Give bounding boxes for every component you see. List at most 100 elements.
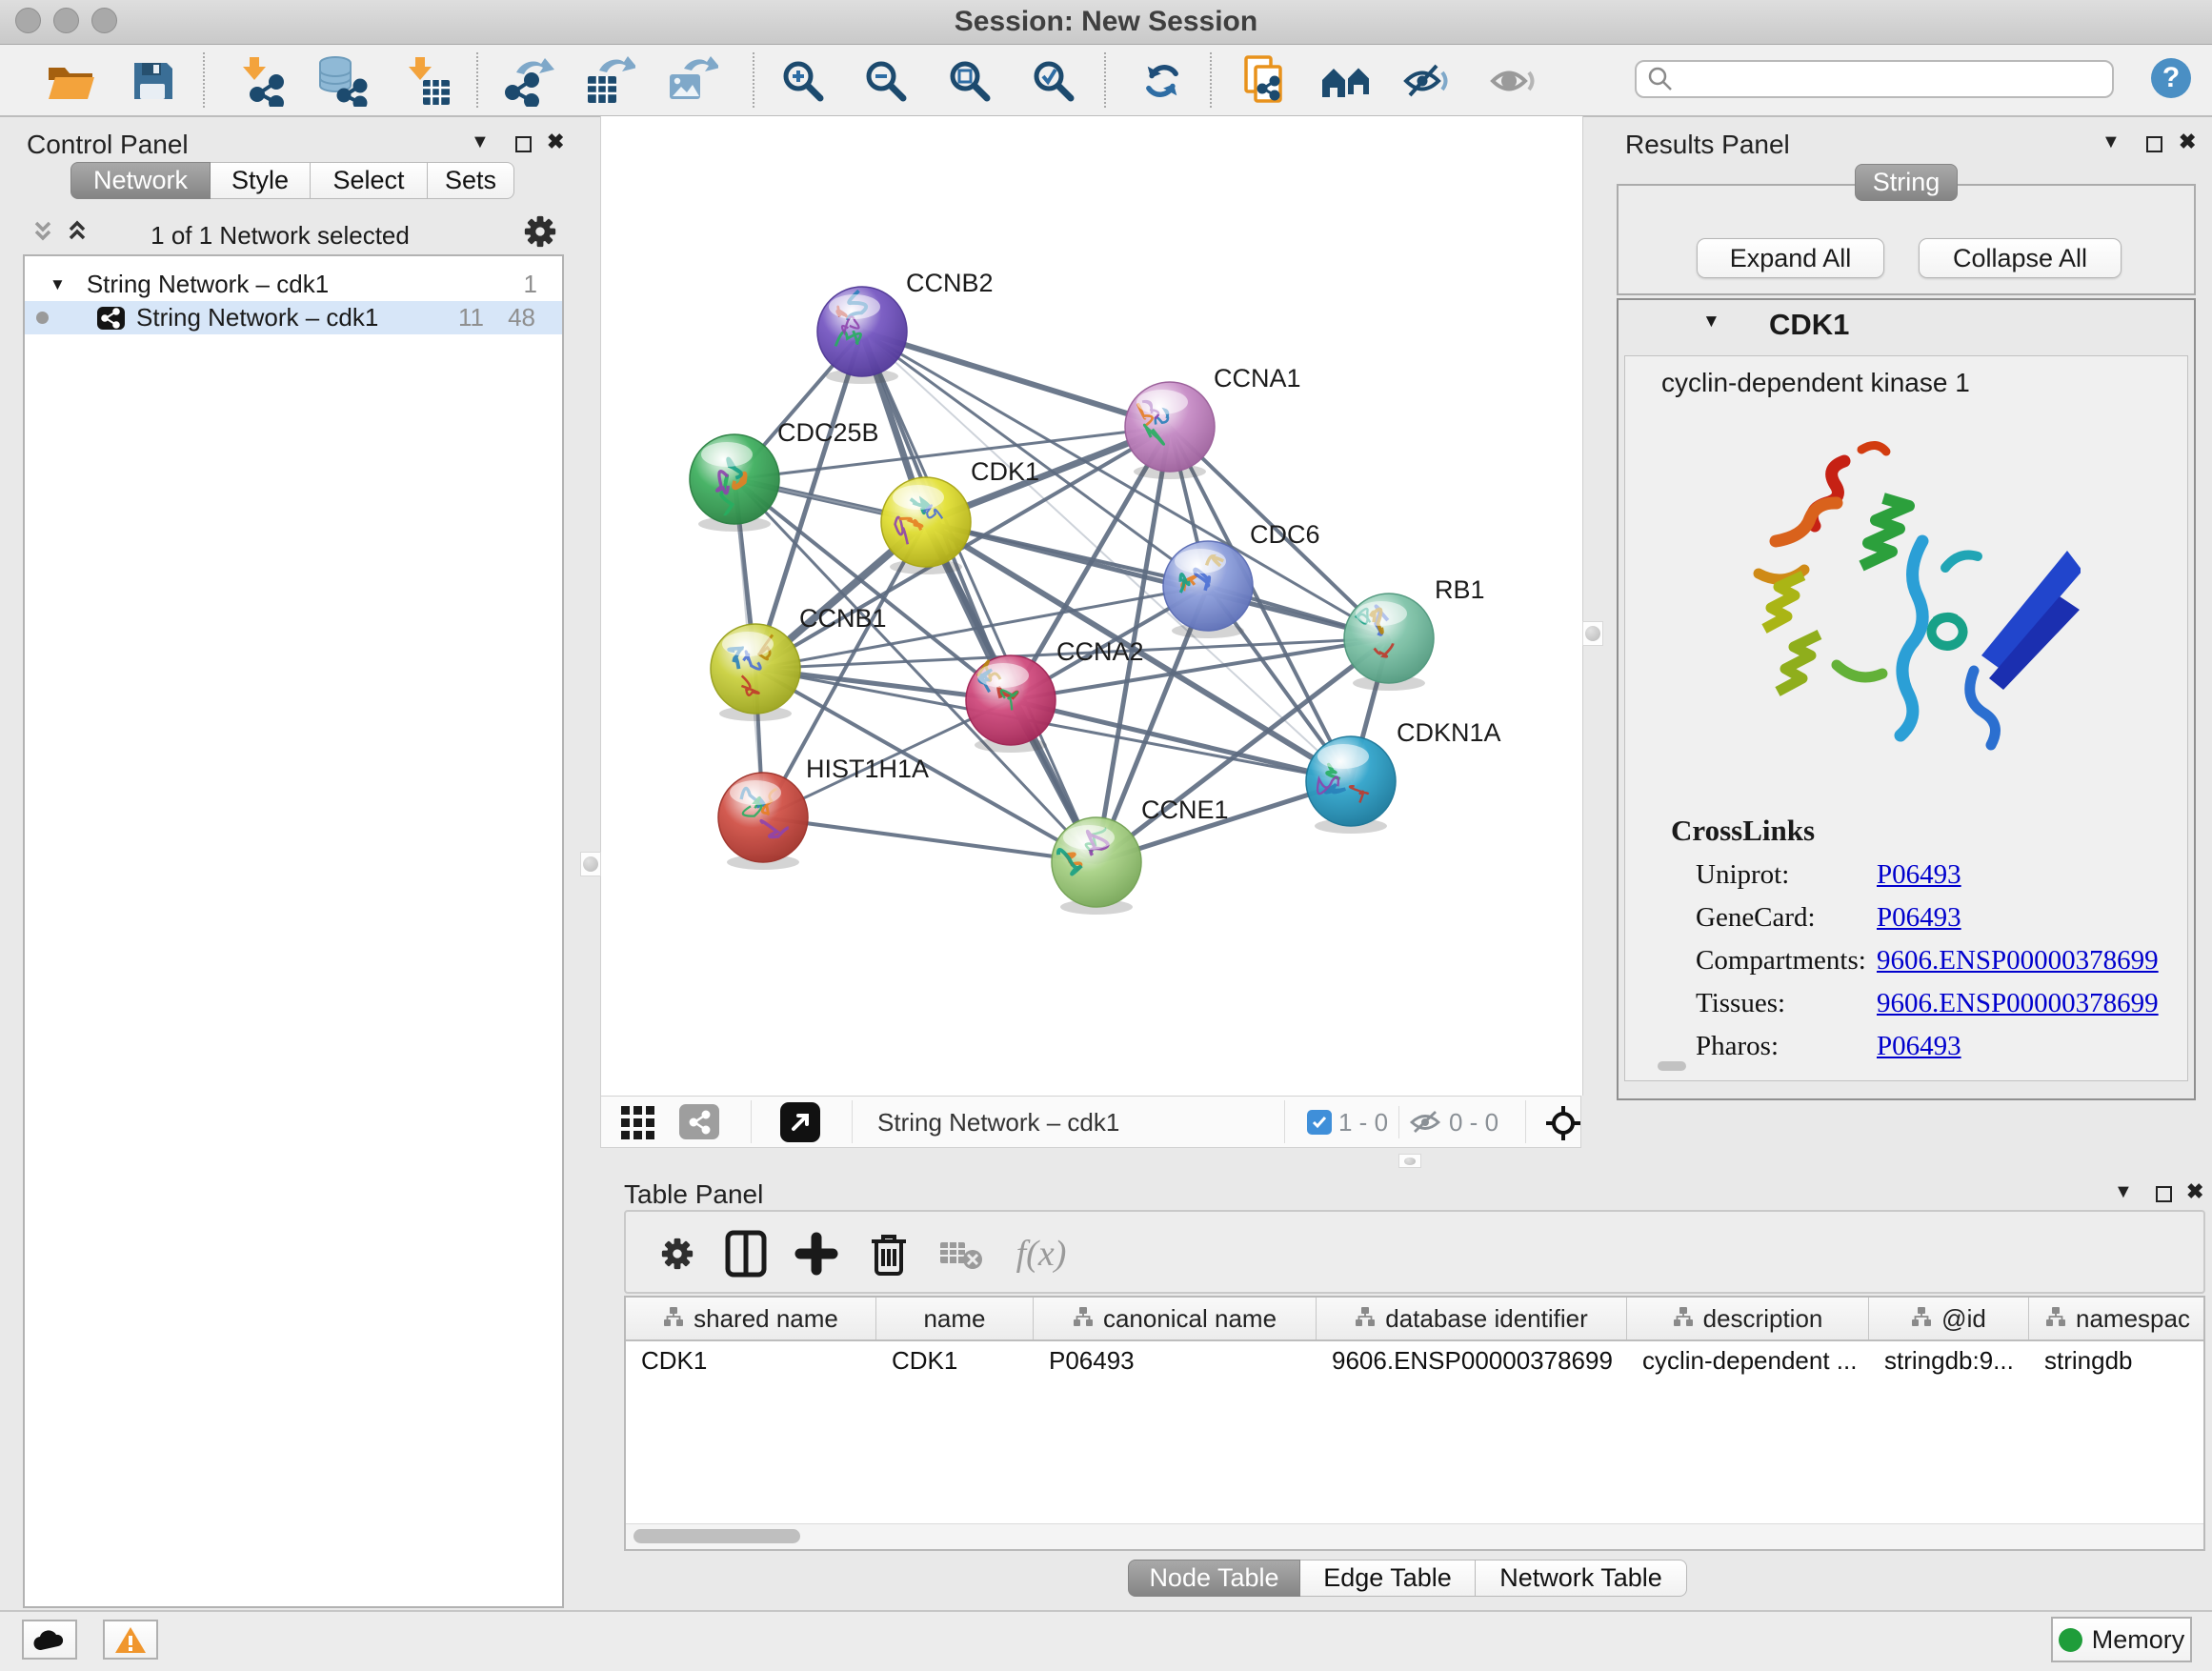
- zoom-in-icon[interactable]: [775, 54, 831, 108]
- table-cell[interactable]: stringdb:9...: [1869, 1346, 2029, 1376]
- network-node-CCNA1[interactable]: CCNA1: [1125, 364, 1301, 479]
- tab-network-table[interactable]: Network Table: [1476, 1560, 1687, 1597]
- table-cell[interactable]: 9606.ENSP00000378699: [1317, 1346, 1627, 1376]
- crosslink-link[interactable]: 9606.ENSP00000378699: [1877, 945, 2159, 976]
- crosslink-link[interactable]: P06493: [1877, 1031, 1961, 1062]
- node-label-RB1: RB1: [1435, 575, 1485, 604]
- zoom-out-icon[interactable]: [858, 54, 914, 108]
- column-header-namespac[interactable]: namespac: [2029, 1298, 2205, 1339]
- control-panel-float-icon[interactable]: [515, 133, 532, 158]
- delete-column-trash-icon[interactable]: [860, 1225, 917, 1282]
- results-panel-collapse-icon[interactable]: ▼: [2101, 131, 2121, 153]
- help-button[interactable]: ?: [2151, 58, 2191, 98]
- table-panel-close-icon[interactable]: ✖: [2186, 1179, 2203, 1204]
- tab-select[interactable]: Select: [311, 162, 428, 199]
- show-columns-icon[interactable]: [717, 1225, 774, 1282]
- cloud-button[interactable]: [22, 1620, 77, 1660]
- network-collection-row[interactable]: ▼ String Network – cdk1 1: [25, 268, 562, 301]
- table-row[interactable]: CDK1CDK1P064939606.ENSP00000378699cyclin…: [626, 1341, 2203, 1379]
- tab-network[interactable]: Network: [70, 162, 211, 199]
- control-panel-close-icon[interactable]: ✖: [547, 130, 564, 154]
- column-header-shared-name[interactable]: shared name: [626, 1298, 876, 1339]
- column-header-label: description: [1703, 1304, 1823, 1334]
- expand-all-button[interactable]: Expand All: [1697, 238, 1884, 278]
- function-builder-icon[interactable]: f(x): [1003, 1225, 1079, 1282]
- card-scrollbar-thumb[interactable]: [1658, 1061, 1686, 1071]
- hidden-eye-icon[interactable]: [1409, 1108, 1441, 1141]
- network-overview-icon[interactable]: [679, 1104, 719, 1139]
- control-panel-collapse-icon[interactable]: ▼: [471, 131, 490, 153]
- crosslink-label: Tissues:: [1696, 988, 1877, 1019]
- table-cell[interactable]: CDK1: [876, 1346, 1034, 1376]
- crosslink-link[interactable]: P06493: [1877, 902, 1961, 934]
- left-splitter-grip[interactable]: [580, 852, 601, 876]
- tab-sets[interactable]: Sets: [428, 162, 514, 199]
- network-edge-HIST1H1A-CCNE1[interactable]: [763, 817, 1096, 862]
- birds-eye-view-icon[interactable]: [780, 1102, 820, 1142]
- hide-graphics-details-icon[interactable]: [1398, 54, 1454, 108]
- right-splitter-grip[interactable]: [1582, 621, 1603, 646]
- refresh-icon[interactable]: [1135, 54, 1190, 108]
- import-network-file-icon[interactable]: [232, 54, 288, 108]
- export-table-icon[interactable]: [581, 54, 636, 108]
- table-panel-float-icon[interactable]: [2156, 1183, 2172, 1208]
- tree-expander-icon[interactable]: ▼: [50, 275, 66, 294]
- network-canvas[interactable]: CCNB2CCNA1CDC25BCDK1CDC6RB1CCNB1CCNA2CDK…: [600, 116, 1583, 1096]
- tab-edge-table[interactable]: Edge Table: [1300, 1560, 1476, 1597]
- network-node-CDC25B[interactable]: CDC25B: [690, 418, 879, 532]
- collapse-all-button[interactable]: Collapse All: [1919, 238, 2122, 278]
- gene-collapse-icon[interactable]: ▼: [1702, 312, 1720, 332]
- delete-table-icon[interactable]: [933, 1225, 990, 1282]
- import-network-database-icon[interactable]: [314, 54, 370, 108]
- column-header-canonical-name[interactable]: canonical name: [1034, 1298, 1317, 1339]
- export-image-icon[interactable]: [664, 54, 719, 108]
- column-hierarchy-icon: [663, 1304, 684, 1334]
- column-header--id[interactable]: @id: [1869, 1298, 2029, 1339]
- table-horizontal-scrollbar[interactable]: [626, 1523, 2203, 1549]
- network-node-CDKN1A[interactable]: CDKN1A: [1306, 718, 1501, 834]
- save-session-icon[interactable]: [125, 54, 180, 108]
- memory-button[interactable]: Memory: [2051, 1617, 2192, 1662]
- home-networks-icon[interactable]: [1320, 54, 1376, 108]
- import-table-file-icon[interactable]: [400, 54, 455, 108]
- tab-node-table[interactable]: Node Table: [1128, 1560, 1300, 1597]
- network-node-CDC6[interactable]: CDC6: [1163, 520, 1320, 638]
- tab-string[interactable]: String: [1855, 164, 1958, 201]
- open-session-icon[interactable]: [43, 54, 98, 108]
- bottom-splitter-grip[interactable]: [1398, 1154, 1421, 1168]
- column-header-name[interactable]: name: [876, 1298, 1034, 1339]
- column-header-description[interactable]: description: [1627, 1298, 1869, 1339]
- selected-checkbox-icon[interactable]: [1307, 1110, 1332, 1135]
- network-options-gear-icon[interactable]: [524, 215, 556, 252]
- fit-selected-crosshair-icon[interactable]: [1544, 1104, 1582, 1147]
- table-cell[interactable]: stringdb: [2029, 1346, 2205, 1376]
- table-options-gear-icon[interactable]: [649, 1225, 706, 1282]
- create-column-plus-icon[interactable]: [788, 1225, 845, 1282]
- network-node-HIST1H1A[interactable]: HIST1H1A: [718, 755, 929, 870]
- crosslink-link[interactable]: P06493: [1877, 859, 1961, 891]
- network-edge-CCNB2-CCNA1[interactable]: [862, 332, 1170, 427]
- network-node-RB1[interactable]: RB1: [1344, 575, 1485, 691]
- table-cell[interactable]: CDK1: [626, 1346, 876, 1376]
- title-bar[interactable]: Session: New Session: [0, 0, 2212, 45]
- warnings-button[interactable]: [103, 1620, 158, 1660]
- zoom-selected-icon[interactable]: [1026, 54, 1081, 108]
- table-panel-collapse-icon[interactable]: ▼: [2114, 1181, 2133, 1203]
- scrollbar-thumb[interactable]: [633, 1529, 800, 1543]
- clone-network-view-icon[interactable]: [1238, 54, 1294, 108]
- zoom-fit-icon[interactable]: [942, 54, 997, 108]
- crosslink-link[interactable]: 9606.ENSP00000378699: [1877, 988, 2159, 1019]
- tab-style[interactable]: Style: [211, 162, 311, 199]
- show-graphics-details-icon[interactable]: [1485, 54, 1540, 108]
- results-panel-float-icon[interactable]: [2146, 133, 2162, 158]
- network-node-CCNE1[interactable]: CCNE1: [1052, 795, 1229, 915]
- results-panel-close-icon[interactable]: ✖: [2179, 130, 2196, 154]
- grid-view-icon[interactable]: [620, 1105, 658, 1146]
- network-row-selected[interactable]: String Network – cdk1 11 48: [25, 301, 562, 334]
- table-cell[interactable]: P06493: [1034, 1346, 1317, 1376]
- search-box[interactable]: [1635, 60, 2114, 98]
- column-header-database-identifier[interactable]: database identifier: [1317, 1298, 1627, 1339]
- export-network-icon[interactable]: [500, 54, 555, 108]
- table-cell[interactable]: cyclin-dependent ...: [1627, 1346, 1869, 1376]
- search-input[interactable]: [1680, 64, 2112, 95]
